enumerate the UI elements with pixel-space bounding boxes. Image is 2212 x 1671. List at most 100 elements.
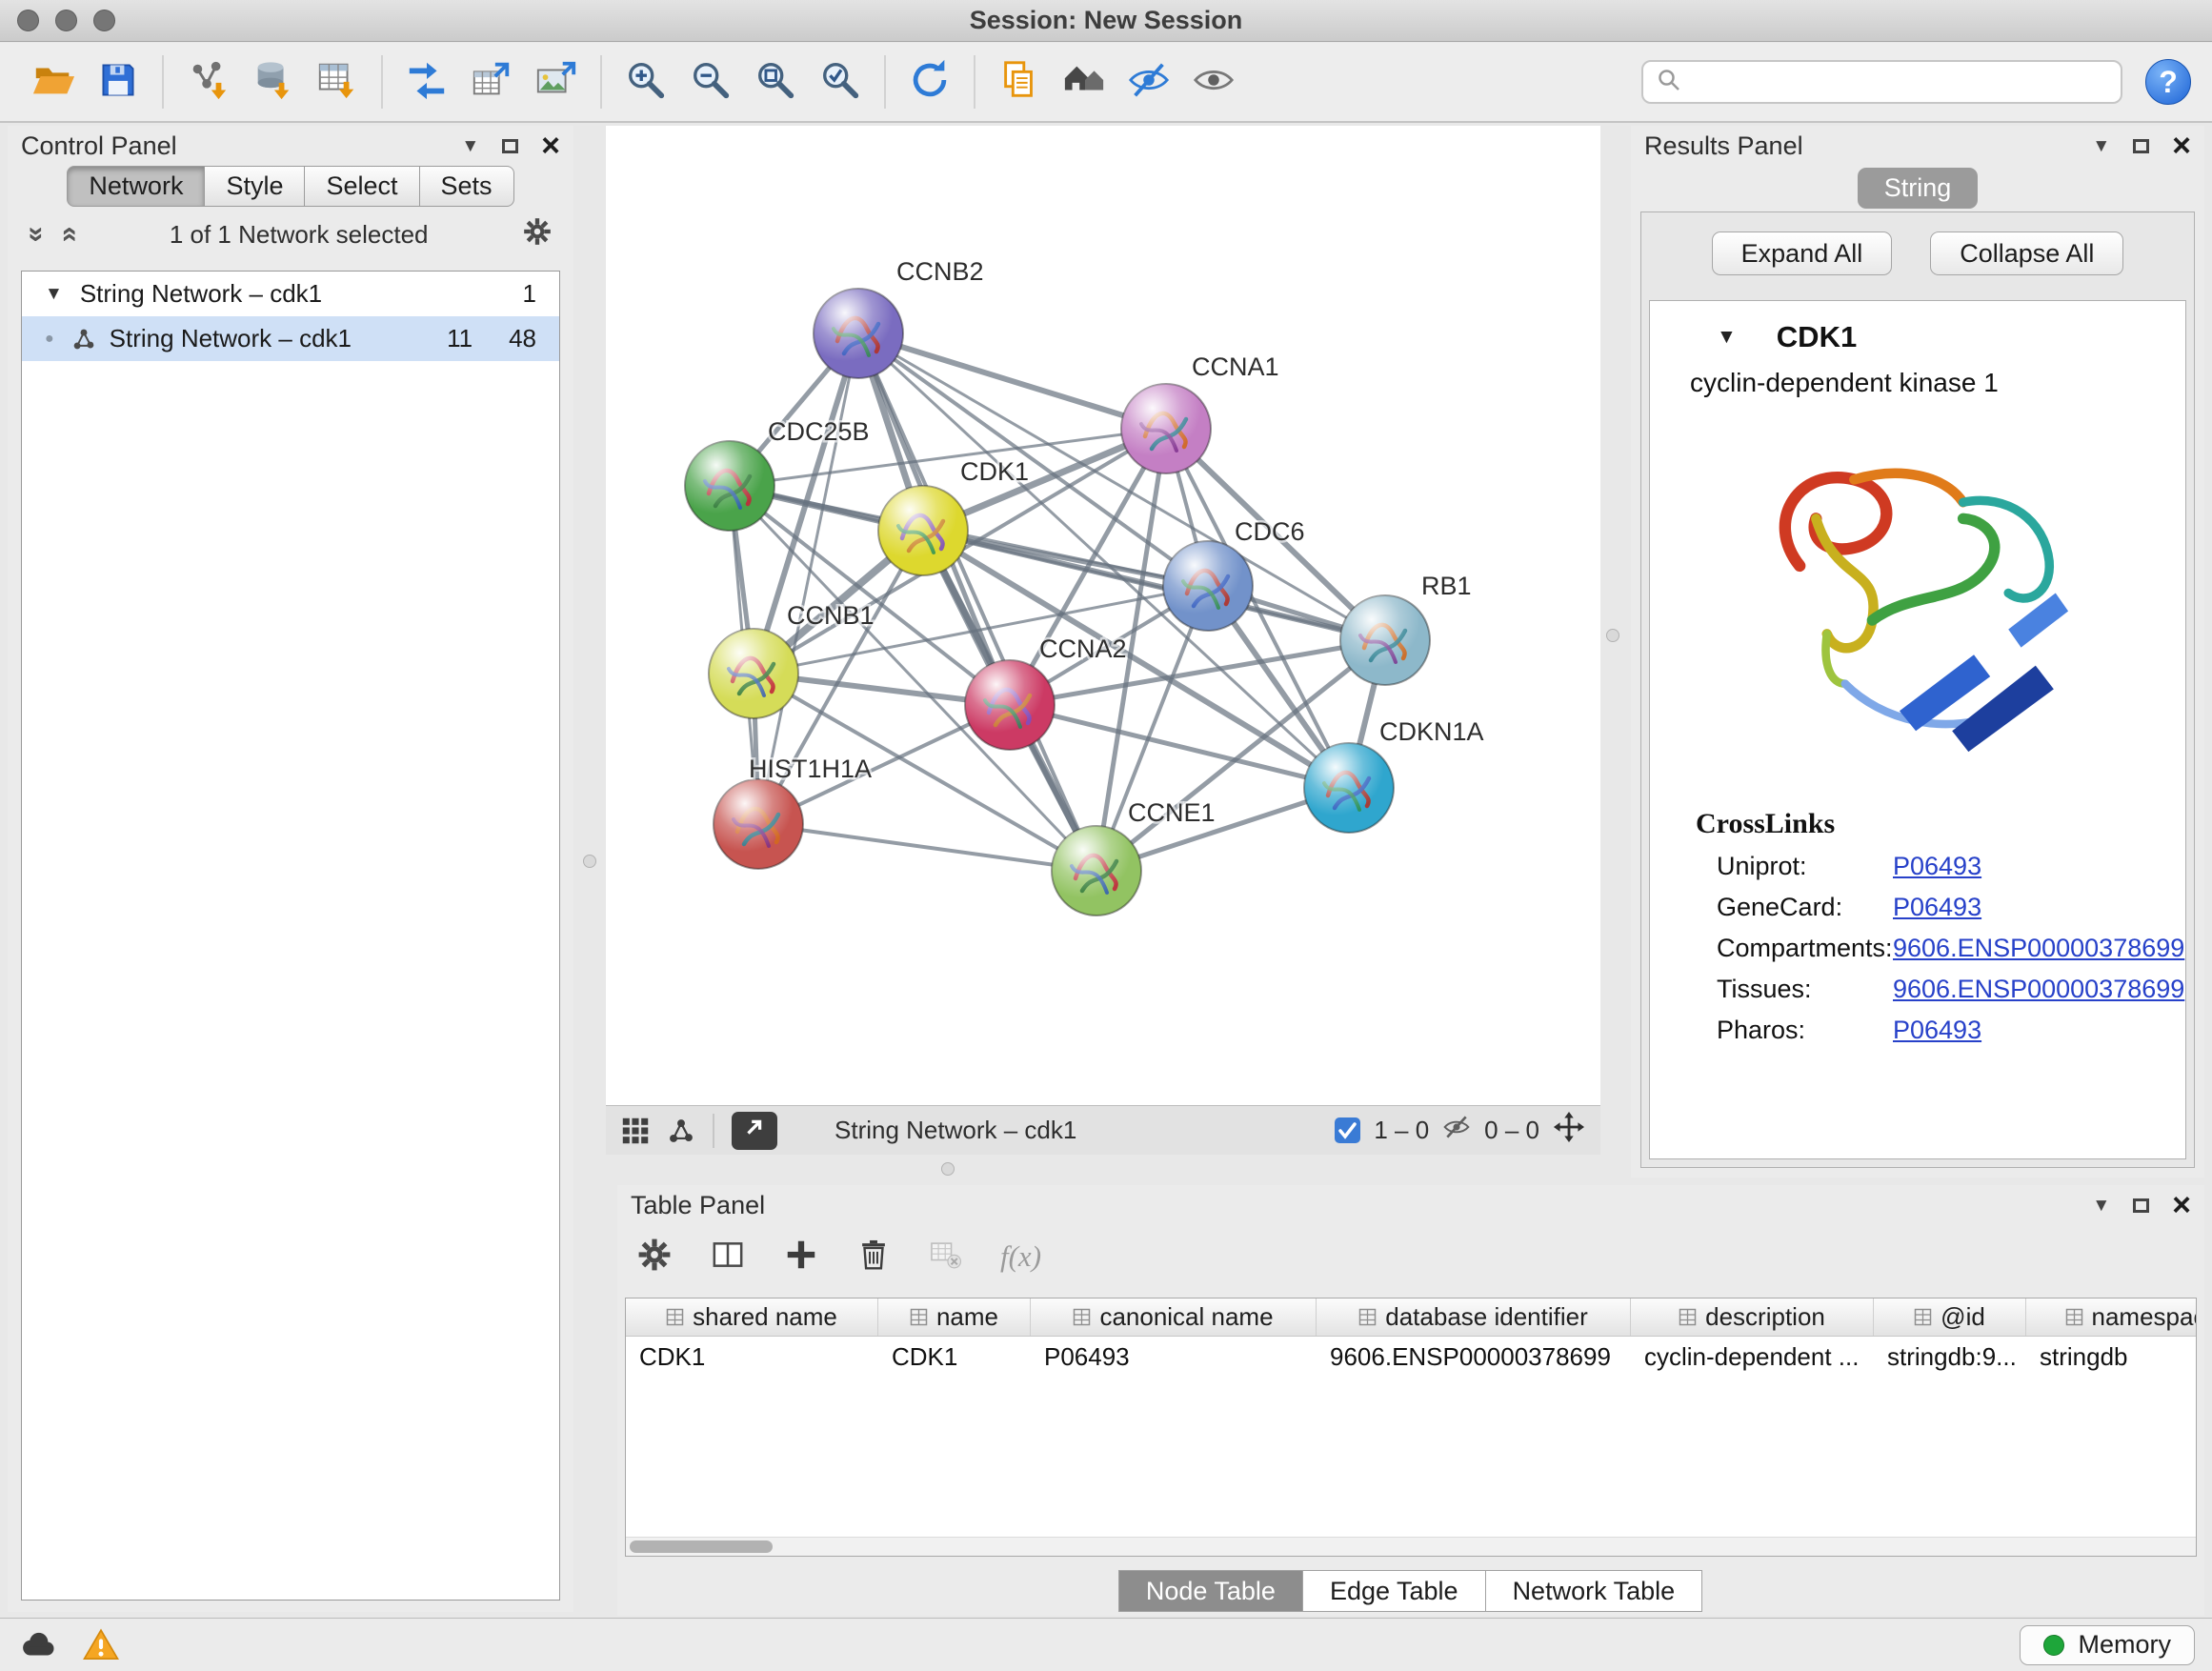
network-edge[interactable]	[858, 333, 1166, 429]
crosslink-link[interactable]: P06493	[1893, 1016, 1981, 1045]
panel-menu-icon[interactable]: ▼	[461, 137, 479, 155]
crosslink-link[interactable]: P06493	[1893, 852, 1981, 881]
tab-string[interactable]: String	[1858, 168, 1979, 209]
memory-button[interactable]: Memory	[2020, 1625, 2195, 1665]
network-canvas[interactable]: CCNB2CCNA1CDC25BCDK1CDC6RB1CCNB1CCNA2CDK…	[606, 126, 1600, 1105]
network-node-CDC6[interactable]	[1163, 541, 1253, 631]
home-button[interactable]	[1056, 51, 1112, 112]
crosslink-link[interactable]: 9606.ENSP00000378699	[1893, 934, 2184, 963]
column-header-database-identifier[interactable]: database identifier	[1317, 1299, 1631, 1336]
zoom-fit-button[interactable]	[748, 51, 803, 112]
import-network-database-button[interactable]	[245, 51, 300, 112]
expand-all-icon[interactable]: »	[53, 227, 82, 243]
import-network-file-button[interactable]	[180, 51, 235, 112]
crosslink-link[interactable]: P06493	[1893, 893, 1981, 922]
panel-menu-icon[interactable]: ▼	[2092, 1197, 2110, 1215]
float-panel-button[interactable]	[2133, 1198, 2149, 1213]
help-button[interactable]: ?	[2145, 59, 2191, 105]
float-panel-button[interactable]	[502, 139, 518, 153]
birdseye-view-button[interactable]	[732, 1112, 777, 1150]
float-panel-button[interactable]	[2133, 139, 2149, 153]
network-node-HIST1H1A[interactable]	[714, 779, 803, 869]
selected-indicator-checkbox[interactable]	[1335, 1117, 1360, 1143]
import-table-button[interactable]	[310, 51, 365, 112]
network-view-button[interactable]	[667, 1117, 695, 1145]
column-header-description[interactable]: description	[1631, 1299, 1874, 1336]
tab-network[interactable]: Network	[67, 166, 205, 207]
close-window-button[interactable]	[17, 10, 39, 31]
network-edge[interactable]	[858, 333, 1096, 871]
network-node-CDK1[interactable]	[878, 486, 968, 575]
search-input[interactable]	[1691, 68, 2107, 97]
show-all-button[interactable]	[1186, 51, 1241, 112]
network-edge[interactable]	[858, 333, 1385, 640]
cloud-status-button[interactable]	[17, 1625, 57, 1665]
splitter-handle-right[interactable]	[1606, 629, 1619, 642]
apply-layout-button[interactable]	[902, 51, 957, 112]
add-column-button[interactable]	[783, 1237, 819, 1278]
table-cell-name[interactable]: CDK1	[878, 1342, 1031, 1372]
grid-view-button[interactable]	[621, 1117, 650, 1145]
zoom-selected-button[interactable]	[813, 51, 868, 112]
table-cell-canonical-name[interactable]: P06493	[1031, 1342, 1317, 1372]
column-header-id[interactable]: @id	[1874, 1299, 2026, 1336]
column-header-name[interactable]: name	[878, 1299, 1031, 1336]
zoom-out-button[interactable]	[683, 51, 738, 112]
zoom-in-button[interactable]	[618, 51, 674, 112]
table-settings-button[interactable]	[636, 1237, 673, 1278]
new-network-from-selection-button[interactable]	[399, 51, 454, 112]
splitter-handle-left[interactable]	[583, 855, 596, 868]
table-row[interactable]: CDK1CDK1P064939606.ENSP00000378699cyclin…	[626, 1337, 2196, 1377]
horizontal-scrollbar[interactable]	[626, 1537, 2196, 1556]
column-header-canonical-name[interactable]: canonical name	[1031, 1299, 1317, 1336]
table-cell-shared-name[interactable]: CDK1	[626, 1342, 878, 1372]
table-cell-database-identifier[interactable]: 9606.ENSP00000378699	[1317, 1342, 1631, 1372]
table-cell-description[interactable]: cyclin-dependent ...	[1631, 1342, 1874, 1372]
network-collection-row[interactable]: ▼ String Network – cdk1 1	[22, 272, 559, 316]
panel-menu-icon[interactable]: ▼	[2092, 137, 2110, 155]
crosslink-link[interactable]: 9606.ENSP00000378699	[1893, 975, 2184, 1004]
minimize-window-button[interactable]	[55, 10, 77, 31]
column-header-namespac[interactable]: namespac	[2026, 1299, 2197, 1336]
network-node-CDC25B[interactable]	[685, 441, 774, 531]
collapse-all-icon[interactable]: »	[22, 227, 50, 243]
table-cell-id[interactable]: stringdb:9...	[1874, 1342, 2026, 1372]
expand-all-button[interactable]: Expand All	[1712, 232, 1893, 275]
hide-selected-button[interactable]	[1121, 51, 1176, 112]
export-table-button[interactable]	[464, 51, 519, 112]
pan-crosshair-button[interactable]	[1553, 1111, 1585, 1150]
tab-select[interactable]: Select	[304, 166, 419, 207]
network-edge[interactable]	[758, 824, 1096, 871]
collapse-icon[interactable]: ▼	[45, 284, 63, 305]
network-node-CCNB2[interactable]	[814, 289, 903, 378]
scrollbar-thumb[interactable]	[630, 1540, 773, 1553]
column-header-shared-name[interactable]: shared name	[626, 1299, 878, 1336]
open-session-button[interactable]	[26, 51, 81, 112]
network-node-RB1[interactable]	[1340, 595, 1430, 685]
tab-sets[interactable]: Sets	[419, 166, 514, 207]
export-image-button[interactable]	[529, 51, 584, 112]
zoom-window-button[interactable]	[93, 10, 115, 31]
delete-column-button[interactable]	[855, 1237, 892, 1278]
network-node-CCNA1[interactable]	[1121, 384, 1211, 473]
network-row-selected[interactable]: ● String Network – cdk1 11 48	[22, 316, 559, 361]
close-panel-button[interactable]: ×	[541, 130, 560, 162]
open-publications-button[interactable]	[992, 51, 1047, 112]
table-cell-namespac[interactable]: stringdb	[2026, 1342, 2197, 1372]
tab-network-table[interactable]: Network Table	[1485, 1570, 1703, 1612]
network-node-CDKN1A[interactable]	[1304, 743, 1394, 833]
network-node-CCNE1[interactable]	[1052, 826, 1141, 916]
toolbar-search[interactable]	[1641, 60, 2122, 104]
close-panel-button[interactable]: ×	[2172, 1189, 2191, 1221]
network-options-button[interactable]	[522, 216, 553, 253]
tab-style[interactable]: Style	[204, 166, 305, 207]
splitter-handle-horizontal[interactable]	[941, 1162, 955, 1176]
save-session-button[interactable]	[90, 51, 146, 112]
function-builder-button[interactable]: f(x)	[1000, 1239, 1041, 1274]
network-node-CCNB1[interactable]	[709, 629, 798, 718]
tab-edge-table[interactable]: Edge Table	[1302, 1570, 1486, 1612]
close-panel-button[interactable]: ×	[2172, 130, 2191, 162]
network-node-CCNA2[interactable]	[965, 660, 1055, 750]
warnings-button[interactable]	[82, 1626, 120, 1664]
tab-node-table[interactable]: Node Table	[1118, 1570, 1303, 1612]
